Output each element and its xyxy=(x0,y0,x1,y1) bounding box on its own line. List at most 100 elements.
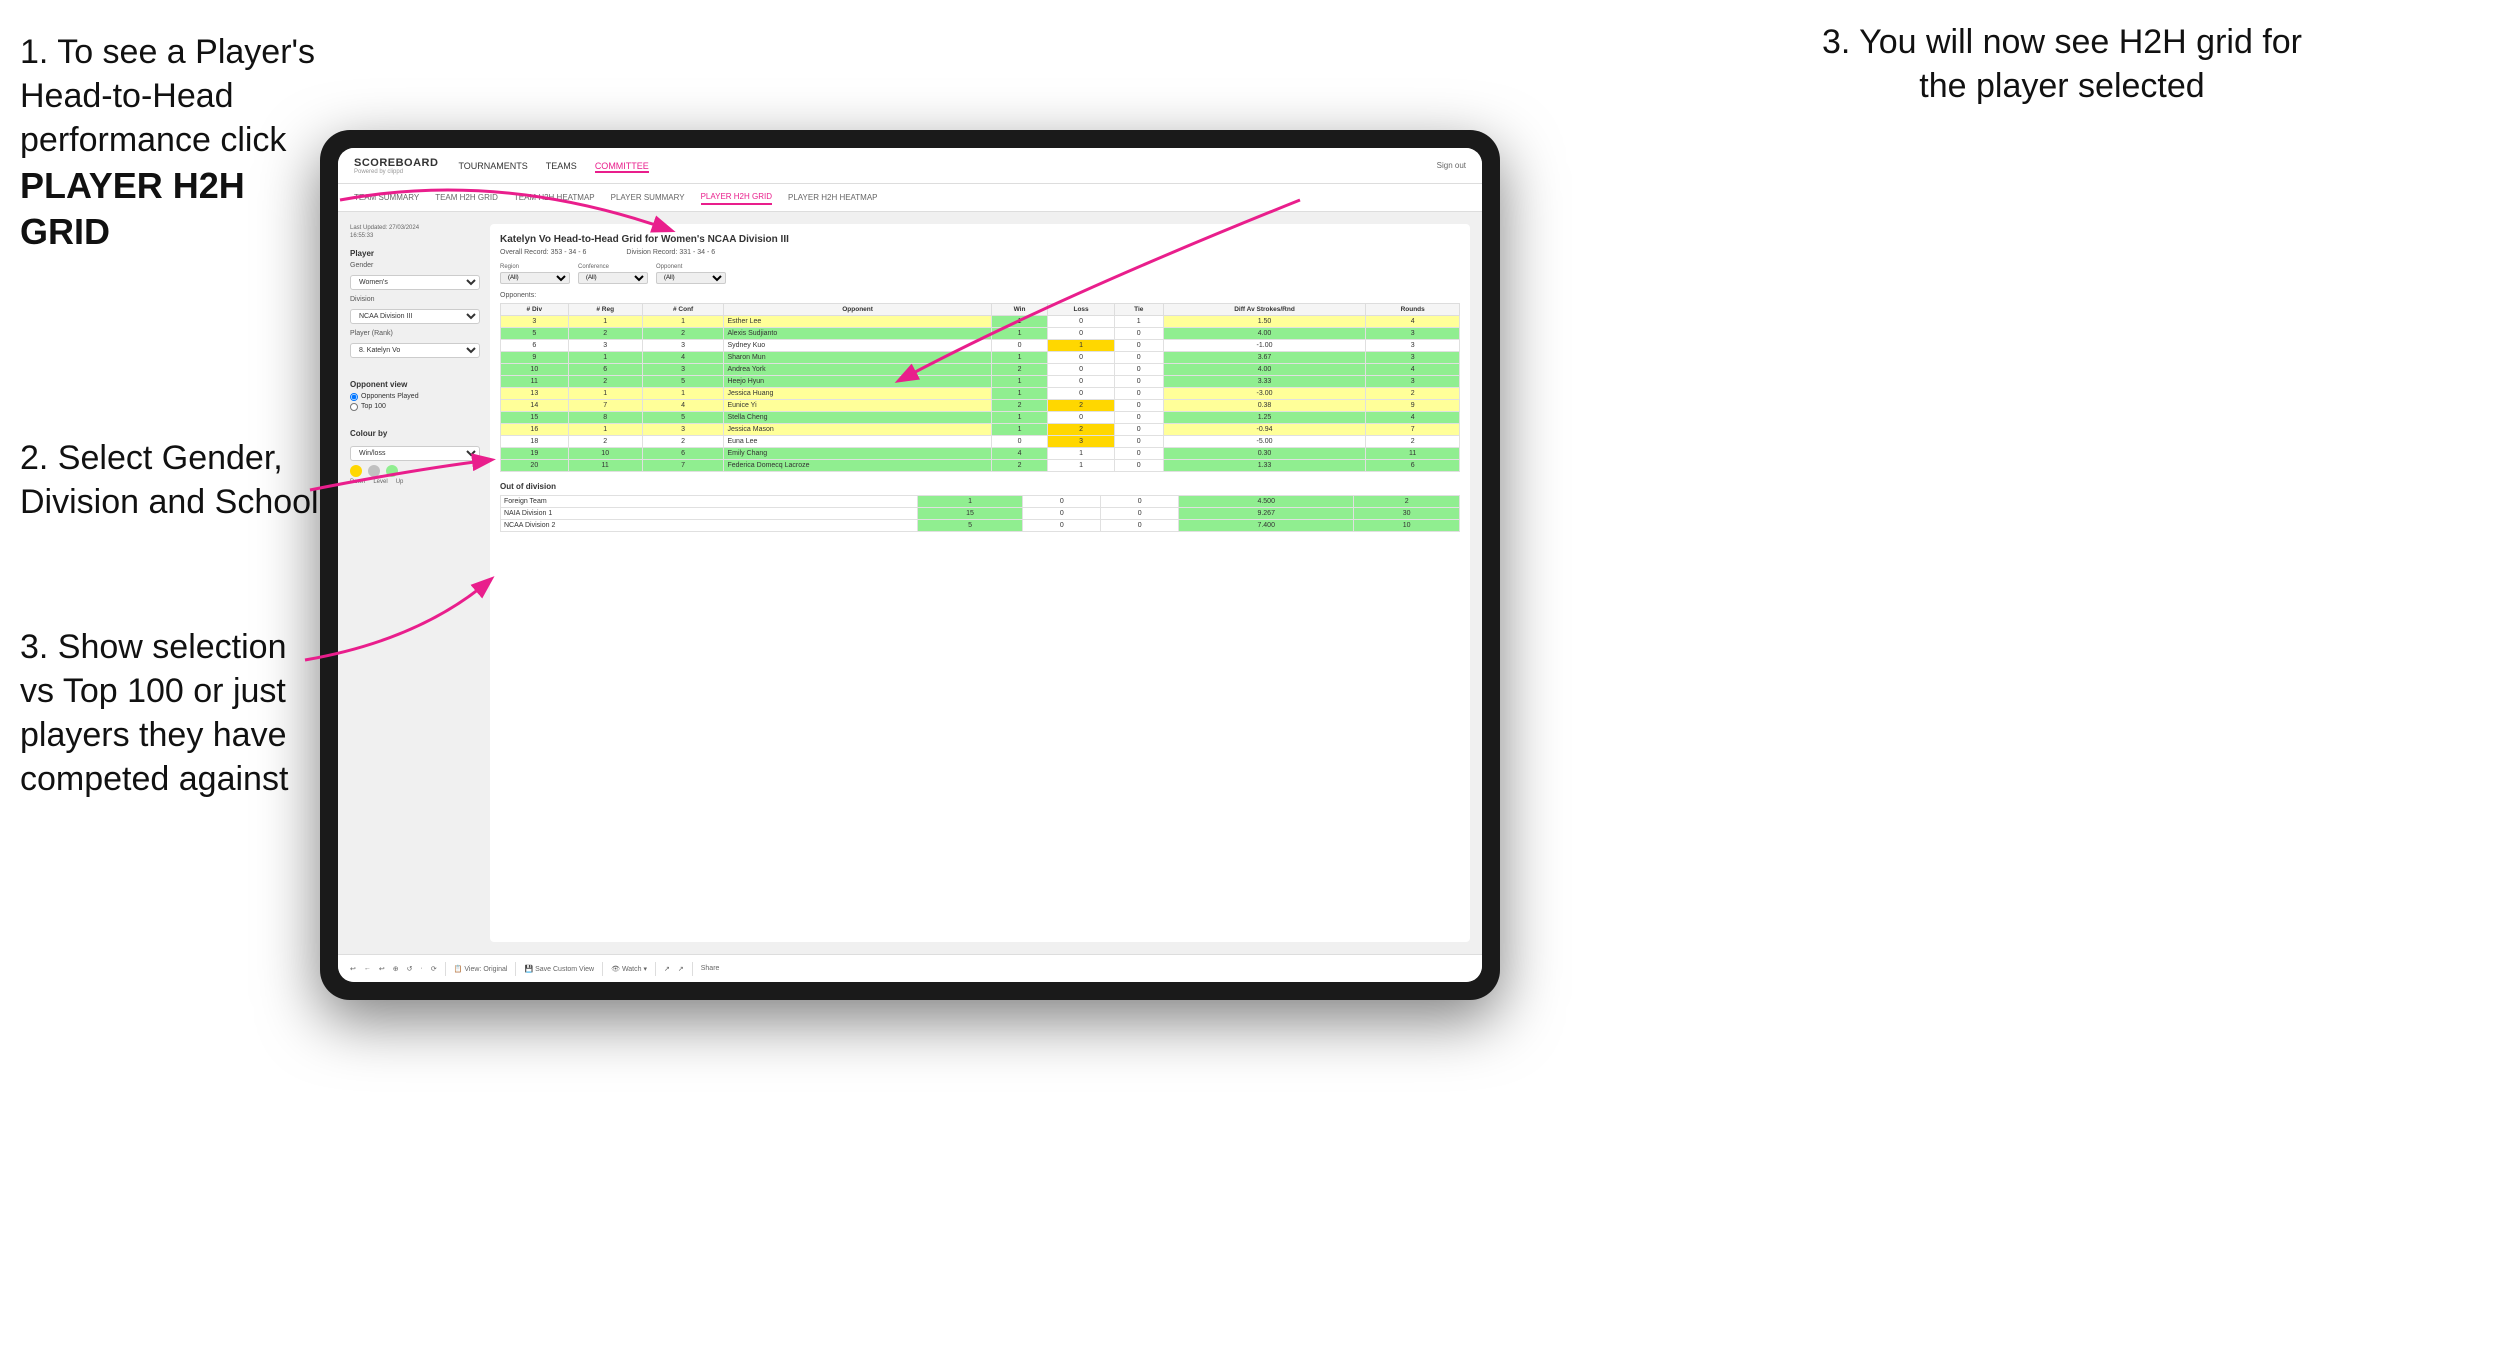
grid-panel: Katelyn Vo Head-to-Head Grid for Women's… xyxy=(490,224,1470,942)
gender-select[interactable]: Women's xyxy=(350,275,480,290)
col-rounds: Rounds xyxy=(1366,304,1460,316)
table-row: 16 1 3 Jessica Mason 1 2 0 -0.94 7 xyxy=(501,424,1460,436)
toolbar-redo[interactable]: ↩ xyxy=(379,965,385,973)
toolbar: ↩ ← ↩ ⊕ ↺ · ⟳ 📋 View: Original 💾 Save Cu… xyxy=(338,954,1482,982)
toolbar-reset[interactable]: ⟳ xyxy=(431,965,437,973)
nav-items: TOURNAMENTS TEAMS COMMITTEE xyxy=(458,159,1436,173)
colour-circles xyxy=(350,465,480,477)
nav-teams[interactable]: TEAMS xyxy=(546,159,577,173)
toolbar-export2[interactable]: ↗ xyxy=(678,965,684,973)
radio-opponents-played[interactable]: Opponents Played xyxy=(350,393,480,401)
region-filter-select[interactable]: (All) xyxy=(500,272,570,284)
toolbar-sep3 xyxy=(602,962,603,976)
table-row: 13 1 1 Jessica Huang 1 0 0 -3.00 2 xyxy=(501,388,1460,400)
col-reg: # Reg xyxy=(568,304,642,316)
toolbar-undo[interactable]: ↩ xyxy=(350,965,356,973)
instruction-step1: 1. To see a Player's Head-to-Head perfor… xyxy=(20,30,320,256)
division-label: Division xyxy=(350,296,480,303)
toolbar-export1[interactable]: ↗ xyxy=(664,965,670,973)
toolbar-dot[interactable]: · xyxy=(421,965,423,972)
header-right: Sign out xyxy=(1437,161,1466,170)
colour-label-down: Down xyxy=(350,479,365,485)
toolbar-add[interactable]: ⊕ xyxy=(393,965,399,973)
col-loss: Loss xyxy=(1048,304,1115,316)
filters-row: Region (All) Conference (All) Opponent xyxy=(500,264,1460,284)
toolbar-sep2 xyxy=(515,962,516,976)
player-rank-label: Player (Rank) xyxy=(350,330,480,337)
sub-nav-player-h2h-heatmap[interactable]: PLAYER H2H HEATMAP xyxy=(788,191,878,204)
table-row: NCAA Division 2 5 0 0 7.400 10 xyxy=(501,520,1460,532)
opponent-view-section: Opponent view Opponents Played Top 100 xyxy=(350,380,480,413)
nav-tournaments[interactable]: TOURNAMENTS xyxy=(458,159,527,173)
colour-labels: Down Level Up xyxy=(350,479,480,485)
table-row: 18 2 2 Euna Lee 0 3 0 -5.00 2 xyxy=(501,436,1460,448)
conference-filter-label: Conference xyxy=(578,264,648,270)
toolbar-share[interactable]: Share xyxy=(701,965,720,972)
opponent-view-label: Opponent view xyxy=(350,380,480,389)
toolbar-back[interactable]: ← xyxy=(364,965,371,972)
col-diff: Diff Av Strokes/Rnd xyxy=(1163,304,1366,316)
table-row: 19 10 6 Emily Chang 4 1 0 0.30 11 xyxy=(501,448,1460,460)
step1-bold: PLAYER H2H GRID xyxy=(20,165,245,253)
sub-nav-player-h2h-grid[interactable]: PLAYER H2H GRID xyxy=(701,190,772,205)
col-conf: # Conf xyxy=(642,304,724,316)
sub-nav-team-h2h-heatmap[interactable]: TEAM H2H HEATMAP xyxy=(514,191,595,204)
colour-label-up: Up xyxy=(396,479,404,485)
last-updated: Last Updated: 27/03/2024 16:55:33 xyxy=(350,224,480,241)
sub-nav-player-summary[interactable]: PLAYER SUMMARY xyxy=(611,191,685,204)
colour-up xyxy=(386,465,398,477)
tablet-device: SCOREBOARD Powered by clippd TOURNAMENTS… xyxy=(320,130,1500,1000)
left-panel: Last Updated: 27/03/2024 16:55:33 Player… xyxy=(350,224,480,942)
nav-committee[interactable]: COMMITTEE xyxy=(595,159,649,173)
colour-label-level: Level xyxy=(373,479,387,485)
colour-by-label: Colour by xyxy=(350,429,480,438)
sign-out-link[interactable]: Sign out xyxy=(1437,161,1466,170)
region-filter-label: Region xyxy=(500,264,570,270)
overall-record: Overall Record: 353 - 34 - 6 xyxy=(500,249,586,256)
division-record: Division Record: 331 - 34 - 6 xyxy=(626,249,715,256)
toolbar-save-custom[interactable]: 💾 Save Custom View xyxy=(524,965,594,973)
opponent-filter-label: Opponent xyxy=(656,264,726,270)
table-row: 20 11 7 Federica Domecq Lacroze 2 1 0 1.… xyxy=(501,460,1460,472)
player-rank-select[interactable]: 8. Katelyn Vo xyxy=(350,343,480,358)
tablet-screen: SCOREBOARD Powered by clippd TOURNAMENTS… xyxy=(338,148,1482,982)
table-row: 3 1 1 Esther Lee 1 0 1 1.50 4 xyxy=(501,316,1460,328)
out-of-division-label: Out of division xyxy=(500,482,1460,491)
instructions-left: 1. To see a Player's Head-to-Head perfor… xyxy=(0,0,340,859)
out-of-division-table: Foreign Team 1 0 0 4.500 2 NAIA Division… xyxy=(500,495,1460,532)
step1-text: 1. To see a Player's Head-to-Head perfor… xyxy=(20,33,315,159)
player-label: Player xyxy=(350,249,480,258)
table-row: 6 3 3 Sydney Kuo 0 1 0 -1.00 3 xyxy=(501,340,1460,352)
opponent-filter-select[interactable]: (All) xyxy=(656,272,726,284)
table-row: 9 1 4 Sharon Mun 1 0 0 3.67 3 xyxy=(501,352,1460,364)
powered-by: Powered by clippd xyxy=(354,169,438,175)
filter-region: Region (All) xyxy=(500,264,570,284)
col-opponent: Opponent xyxy=(724,304,991,316)
logo-text: SCOREBOARD xyxy=(354,157,438,169)
toolbar-refresh[interactable]: ↺ xyxy=(407,965,413,973)
toolbar-view-original[interactable]: 📋 View: Original xyxy=(454,965,508,973)
instruction-top-right: 3. You will now see H2H grid for the pla… xyxy=(1812,20,2312,108)
division-select[interactable]: NCAA Division III xyxy=(350,309,480,324)
player-section: Player Gender Women's Division NCAA Divi… xyxy=(350,249,480,364)
toolbar-sep4 xyxy=(655,962,656,976)
table-row: 11 2 5 Heejo Hyun 1 0 0 3.33 3 xyxy=(501,376,1460,388)
main-data-table: # Div # Reg # Conf Opponent Win Loss Tie… xyxy=(500,303,1460,472)
step3-left-text: 3. Show selection vs Top 100 or just pla… xyxy=(20,628,288,799)
main-content: Last Updated: 27/03/2024 16:55:33 Player… xyxy=(338,212,1482,954)
filter-opponent: Opponent (All) xyxy=(656,264,726,284)
sub-nav-team-h2h-grid[interactable]: TEAM H2H GRID xyxy=(435,191,498,204)
col-div: # Div xyxy=(501,304,569,316)
conference-filter-select[interactable]: (All) xyxy=(578,272,648,284)
last-updated-time: 16:55:33 xyxy=(350,233,373,239)
grid-title: Katelyn Vo Head-to-Head Grid for Women's… xyxy=(500,234,1460,245)
toolbar-watch[interactable]: 👁 Watch ▾ xyxy=(611,965,647,973)
sub-nav: TEAM SUMMARY TEAM H2H GRID TEAM H2H HEAT… xyxy=(338,184,1482,212)
table-row: NAIA Division 1 15 0 0 9.267 30 xyxy=(501,508,1460,520)
opponents-filter-row: Opponents: xyxy=(500,292,1460,299)
sub-nav-team-summary[interactable]: TEAM SUMMARY xyxy=(354,191,419,204)
table-row: 10 6 3 Andrea York 2 0 0 4.00 4 xyxy=(501,364,1460,376)
colour-by-select[interactable]: Win/loss xyxy=(350,446,480,461)
radio-top100[interactable]: Top 100 xyxy=(350,403,480,411)
table-row: 5 2 2 Alexis Sudjianto 1 0 0 4.00 3 xyxy=(501,328,1460,340)
